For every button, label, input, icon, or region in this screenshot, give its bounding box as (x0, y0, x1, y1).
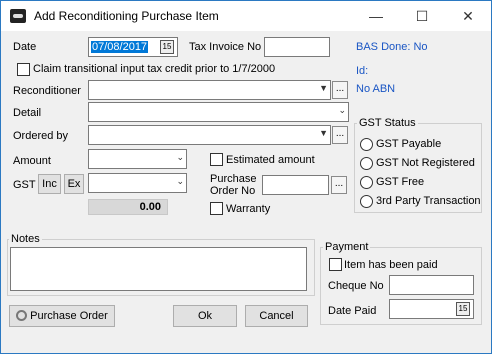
gst-not-registered-label: GST Not Registered (376, 157, 475, 169)
gst-amount-input[interactable]: ⌄ (88, 173, 187, 193)
reconditioner-lookup-button[interactable]: ... (332, 81, 348, 99)
date-paid-label: Date Paid (328, 305, 377, 317)
warranty-checkbox[interactable] (210, 202, 223, 215)
gst-payable-radio[interactable] (360, 138, 373, 151)
id-label: Id: (356, 65, 369, 77)
maximize-icon[interactable]: ☐ (399, 1, 445, 31)
abn-status: No ABN (356, 83, 396, 95)
purchase-order-lookup-button[interactable]: ... (331, 176, 347, 194)
tax-invoice-input[interactable] (264, 37, 330, 57)
reconditioner-select[interactable]: ▼ (88, 80, 331, 100)
calendar-icon[interactable]: 15 (160, 40, 174, 54)
minimize-icon[interactable]: — (353, 1, 399, 31)
item-paid-checkbox[interactable] (329, 258, 342, 271)
gst-label: GST (13, 179, 36, 191)
calendar-icon[interactable]: 15 (456, 302, 470, 316)
reconditioner-label: Reconditioner (13, 85, 81, 97)
payment-title: Payment (323, 241, 371, 253)
notes-textarea[interactable] (10, 247, 307, 291)
ok-button[interactable]: Ok (173, 305, 237, 327)
purchase-order-label-line2: Order No (210, 185, 256, 197)
notes-label: Notes (9, 233, 42, 245)
date-label: Date (13, 41, 37, 53)
purchase-order-label-line1: Purchase (210, 173, 257, 185)
total-display: 0.00 (88, 199, 168, 215)
app-car-icon (10, 9, 26, 23)
gst-payable-label: GST Payable (376, 138, 442, 150)
dialog-window: Add Reconditioning Purchase Item — ☐ ✕ D… (0, 0, 492, 354)
ordered-by-lookup-button[interactable]: ... (332, 126, 348, 144)
amount-input[interactable]: ⌄ (88, 149, 187, 169)
purchase-order-button-label: Purchase Order (30, 310, 108, 322)
item-paid-label: Item has been paid (344, 259, 438, 271)
detail-select[interactable]: ⌄ (88, 102, 349, 122)
purchase-order-input[interactable] (262, 175, 329, 195)
warranty-label: Warranty (226, 203, 271, 215)
gst-not-registered-radio[interactable] (360, 157, 373, 170)
detail-label: Detail (13, 107, 42, 119)
cheque-no-input[interactable] (389, 275, 474, 295)
claim-transitional-label: Claim transitional input tax credit prio… (33, 63, 276, 75)
chevron-down-icon[interactable]: ⌄ (176, 152, 184, 163)
date-field[interactable]: 07/08/2017 15 (88, 37, 178, 57)
title-bar: Add Reconditioning Purchase Item — ☐ ✕ (1, 1, 491, 31)
date-value: 07/08/2017 (91, 41, 149, 53)
cancel-button[interactable]: Cancel (245, 305, 308, 327)
ordered-by-label: Ordered by (13, 130, 69, 142)
chevron-down-icon[interactable]: ▼ (319, 83, 328, 93)
key-icon (16, 310, 28, 321)
gst-ex-button[interactable]: Ex (64, 174, 84, 194)
third-party-radio[interactable] (360, 195, 373, 208)
tax-invoice-label: Tax Invoice No (189, 41, 262, 53)
estimated-amount-checkbox[interactable] (210, 153, 223, 166)
estimated-amount-label: Estimated amount (226, 154, 315, 166)
purchase-order-label: Purchase Order No (210, 173, 256, 197)
gst-free-label: GST Free (376, 176, 425, 188)
chevron-down-icon[interactable]: ⌄ (338, 105, 346, 116)
cheque-no-label: Cheque No (328, 280, 384, 292)
gst-inc-button[interactable]: Inc (38, 174, 61, 194)
window-title: Add Reconditioning Purchase Item (34, 9, 219, 23)
date-paid-field[interactable]: 15 (389, 299, 474, 319)
gst-free-radio[interactable] (360, 176, 373, 189)
purchase-order-button[interactable]: Purchase Order (9, 305, 115, 327)
amount-label: Amount (13, 155, 51, 167)
ordered-by-select[interactable]: ▼ (88, 125, 331, 145)
bas-done-status: BAS Done: No (356, 41, 428, 53)
claim-transitional-checkbox[interactable] (17, 63, 30, 76)
chevron-down-icon[interactable]: ▼ (319, 128, 328, 138)
gst-status-title: GST Status (357, 117, 418, 129)
third-party-label: 3rd Party Transaction (376, 195, 481, 207)
close-icon[interactable]: ✕ (445, 1, 491, 31)
chevron-down-icon[interactable]: ⌄ (176, 176, 184, 187)
